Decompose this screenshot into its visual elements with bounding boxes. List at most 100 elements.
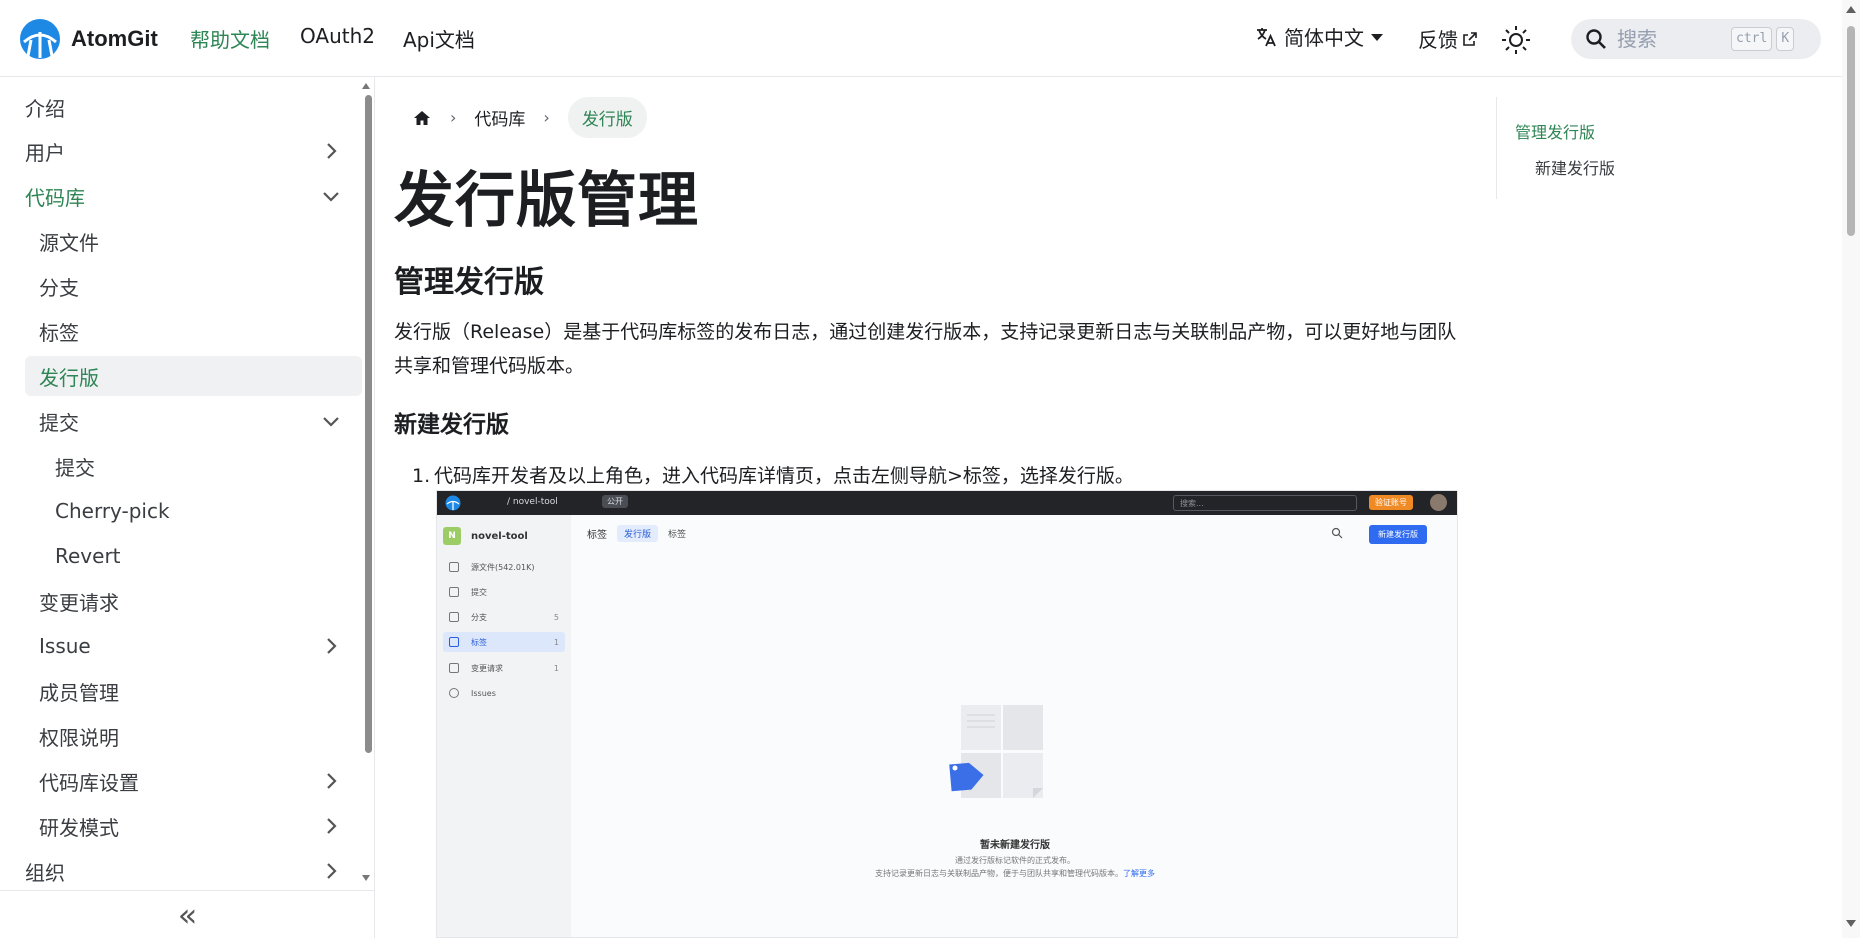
empty-desc-line1: 通过发行版标记软件的正式发布。 — [955, 856, 1075, 865]
repo-badge: N — [443, 527, 461, 545]
tag-icon — [449, 637, 459, 647]
nav-label: 源文件(542.01K) — [471, 562, 535, 572]
toc-item-manage[interactable]: 管理发行版 — [1515, 119, 1595, 143]
avatar — [1430, 494, 1447, 511]
sidebar-item-label: 变更请求 — [39, 590, 119, 615]
toc-item-new[interactable]: 新建发行版 — [1535, 155, 1615, 179]
tab-release: 发行版 — [617, 525, 659, 542]
sidebar-item-source[interactable]: 源文件 — [25, 221, 360, 261]
scroll-up-arrow[interactable] — [1846, 6, 1856, 13]
top-navbar: AtomGit 帮助文档 OAuth2 Api文档 简体中文 反馈 搜索 ctr… — [0, 0, 1842, 77]
sidebar-scroll-down[interactable] — [362, 875, 370, 881]
screenshot-nav-item: 提交 — [443, 582, 565, 602]
sidebar-item-org[interactable]: 组织 — [25, 851, 360, 891]
step-item: 1. 代码库开发者及以上角色，进入代码库详情页，点击左侧导航>标签，选择发行版。 — [412, 461, 1134, 488]
sidebar-item-label: 权限说明 — [39, 725, 119, 750]
search-input[interactable] — [1617, 27, 1727, 51]
screenshot-tabs: 标签 发行版 标签 — [587, 525, 696, 542]
screenshot-nav-item: 变更请求 1 — [443, 658, 565, 678]
sidebar-item-intro[interactable]: 介绍 — [25, 87, 360, 127]
sidebar-item-dev-mode[interactable]: 研发模式 — [25, 806, 360, 846]
chevron-right-icon[interactable] — [320, 815, 342, 837]
brand-name: AtomGit — [71, 26, 158, 51]
sidebar-item-label: 研发模式 — [39, 815, 119, 840]
sidebar-item-tag[interactable]: 标签 — [25, 311, 360, 351]
sidebar-item-permissions[interactable]: 权限说明 — [25, 716, 360, 756]
empty-state-title: 暂未新建发行版 — [980, 840, 1050, 851]
sidebar-item-repo[interactable]: 代码库 — [25, 176, 360, 216]
nav-oauth2[interactable]: OAuth2 — [300, 24, 375, 48]
screenshot-nav-item: 标签 1 — [443, 632, 565, 652]
external-link-icon — [1463, 31, 1477, 46]
translate-icon — [1257, 27, 1276, 46]
search-button[interactable]: ctrl K — [1571, 19, 1821, 59]
sidebar-item-user[interactable]: 用户 — [25, 131, 360, 171]
tab-tags-title: 标签 — [587, 530, 607, 541]
sidebar-item-commit[interactable]: 提交 — [25, 446, 360, 486]
sidebar-item-branch[interactable]: 分支 — [25, 266, 360, 306]
nav-api-docs[interactable]: Api文档 — [403, 24, 475, 53]
nav-label: Issues — [471, 688, 496, 698]
empty-state-illustration — [949, 705, 1043, 798]
screenshot-nav-item: 源文件(542.01K) — [443, 557, 565, 577]
screenshot-sidebar: N novel-tool 源文件(542.01K) 提交 分支 5 标签 1 变更请… — [437, 515, 571, 937]
sidebar-item-merge-request[interactable]: 变更请求 — [25, 581, 360, 621]
chevron-down-icon[interactable] — [320, 410, 342, 432]
empty-desc-line2: 支持记录更新日志与关联制品产物，便于与团队共享和管理代码版本。了解更多 — [571, 867, 1457, 880]
nav-count: 1 — [553, 637, 559, 647]
caret-down-icon — [1371, 33, 1383, 41]
chevron-right-icon: › — [450, 108, 457, 127]
main-content: › 代码库 › 发行版 发行版管理 管理发行版 发行版（Release）是基于代… — [376, 77, 1466, 938]
page-scroll-thumb[interactable] — [1847, 26, 1855, 236]
screenshot-topbar: / novel-tool 公开 搜索... 验证账号 — [437, 491, 1457, 515]
sidebar-item-label: 分支 — [39, 275, 79, 300]
nav-count: 5 — [553, 612, 559, 622]
step-text: 代码库开发者及以上角色，进入代码库详情页，点击左侧导航>标签，选择发行版。 — [434, 465, 1134, 487]
breadcrumb: › 代码库 › 发行版 — [412, 97, 647, 138]
sun-icon[interactable] — [1500, 24, 1532, 56]
empty-desc-text: 支持记录更新日志与关联制品产物，便于与团队共享和管理代码版本。 — [875, 869, 1123, 878]
sidebar-item-revert[interactable]: Revert — [25, 536, 360, 576]
chevron-right-icon[interactable] — [320, 770, 342, 792]
screenshot-new-release-button: 新建发行版 — [1369, 525, 1427, 544]
brand-link[interactable]: AtomGit — [19, 18, 158, 60]
sidebar-item-members[interactable]: 成员管理 — [25, 671, 360, 711]
sidebar-item-repo-settings[interactable]: 代码库设置 — [25, 761, 360, 801]
screenshot-crumbs: / novel-tool — [507, 497, 558, 507]
sidebar-scrollbar[interactable] — [365, 95, 372, 753]
commit-icon — [449, 587, 459, 597]
collapse-sidebar-button[interactable]: « — [0, 890, 375, 938]
screenshot-main: 标签 发行版 标签 新建发行版 暂未新建发行版 通过发行版标记软件的正式发布。 … — [571, 515, 1457, 937]
release-screenshot: / novel-tool 公开 搜索... 验证账号 N novel-tool … — [436, 490, 1458, 938]
chevron-down-icon[interactable] — [320, 185, 342, 207]
chevron-right-icon[interactable] — [320, 635, 342, 657]
breadcrumb-repo[interactable]: 代码库 — [474, 105, 525, 130]
breadcrumb-current: 发行版 — [567, 97, 647, 138]
sidebar-item-cherry-pick[interactable]: Cherry-pick — [25, 491, 360, 531]
sidebar-item-label: 代码库 — [25, 185, 85, 210]
issue-icon — [449, 688, 459, 698]
sidebar-scroll-up[interactable] — [362, 83, 370, 89]
nav-help-docs[interactable]: 帮助文档 — [190, 24, 270, 53]
sidebar-item-label: 介绍 — [25, 96, 65, 121]
sidebar-item-issue[interactable]: Issue — [25, 626, 360, 666]
step-number: 1. — [412, 465, 431, 487]
collapse-icon: « — [177, 895, 198, 934]
sidebar-item-label: 提交 — [39, 410, 79, 435]
screenshot-public-badge: 公开 — [602, 495, 628, 508]
language-label: 简体中文 — [1284, 26, 1364, 50]
sidebar-item-label: 组织 — [25, 860, 65, 885]
language-dropdown[interactable]: 简体中文 — [1254, 22, 1392, 51]
scroll-down-arrow[interactable] — [1846, 920, 1856, 927]
sidebar-item-label: Revert — [55, 544, 121, 568]
learn-more-link: 了解更多 — [1123, 869, 1155, 878]
sidebar-item-label: 标签 — [39, 320, 79, 345]
chevron-right-icon[interactable] — [320, 140, 342, 162]
feedback-label: 反馈 — [1418, 28, 1458, 52]
chevron-right-icon[interactable] — [320, 860, 342, 882]
feedback-link[interactable]: 反馈 — [1418, 24, 1478, 53]
sidebar-item-release[interactable]: 发行版 — [25, 356, 362, 396]
nav-label: 提交 — [471, 587, 487, 597]
home-icon[interactable] — [412, 108, 432, 128]
sidebar-item-commit-group[interactable]: 提交 — [25, 401, 360, 441]
